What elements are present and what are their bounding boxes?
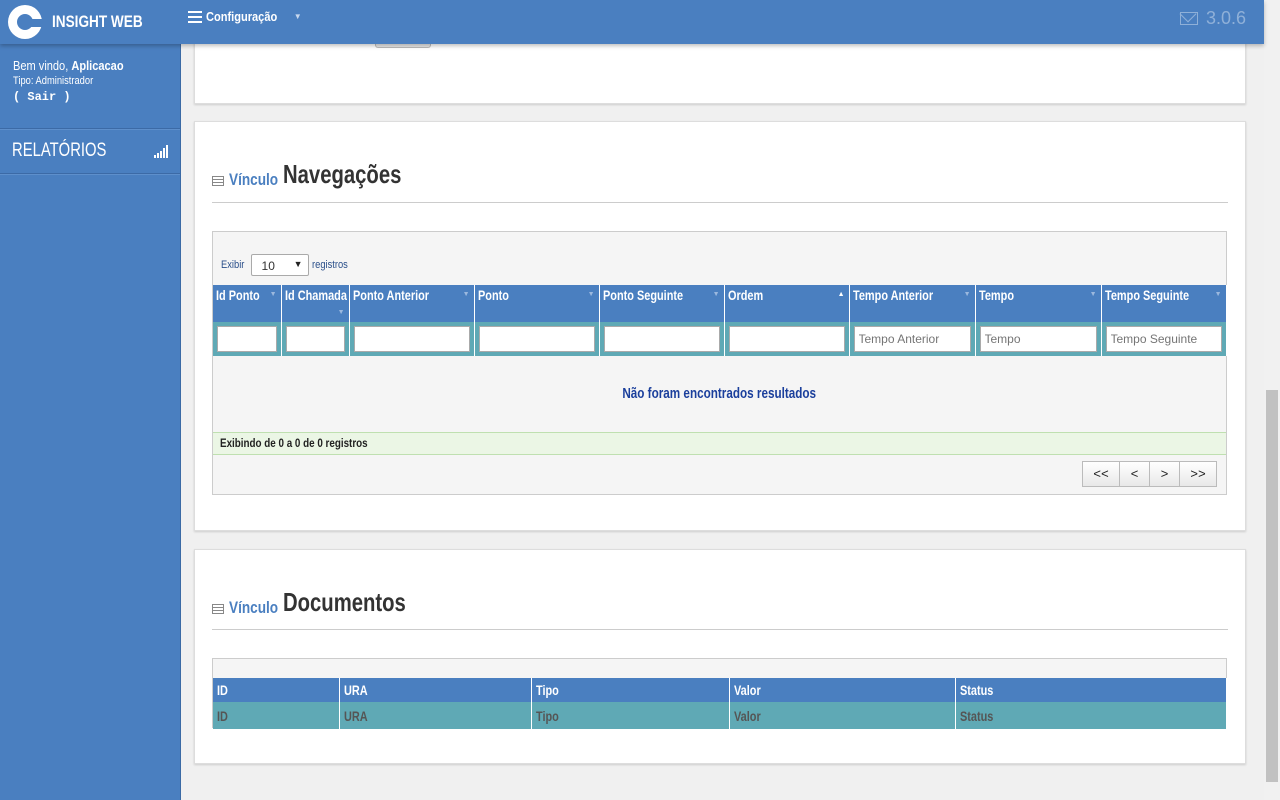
welcome-prefix: Bem vindo, <box>13 58 69 73</box>
col-header-tipo[interactable]: Tipo <box>531 678 730 702</box>
pager-first-button[interactable]: << <box>1082 461 1120 487</box>
empty-row: Não foram encontrados resultados <box>213 356 1226 431</box>
sort-icon: ▼ <box>1214 291 1222 298</box>
welcome-text: Bem vindo, Aplicacao <box>13 58 124 73</box>
navegacoes-datatable: Exibir 10 registros Id Ponto▼ Id Chamada… <box>212 231 1227 495</box>
filter-input-id-ponto[interactable] <box>217 326 277 352</box>
pager-next-button[interactable]: > <box>1149 461 1180 487</box>
divider <box>212 629 1228 630</box>
col-header-valor[interactable]: Valor <box>729 678 956 702</box>
title-sub: Vínculo <box>229 170 279 189</box>
filter-input-ordem[interactable] <box>728 326 845 352</box>
length-label-before: Exibir <box>221 259 245 271</box>
filter-row <box>213 322 1227 356</box>
page-scrollbar[interactable] <box>1264 0 1280 800</box>
user-type: Tipo: Administrador <box>13 75 94 87</box>
sidebar-item-label: RELATÓRIOS <box>12 140 107 161</box>
col-header-ponto-seguinte[interactable]: Ponto Seguinte ▼ <box>599 285 725 322</box>
cell-ura: URA <box>339 702 532 729</box>
logout-link[interactable]: ( Sair ) <box>13 90 71 104</box>
documentos-title: Vínculo Documentos <box>212 587 440 618</box>
col-header-id[interactable]: ID <box>213 678 340 702</box>
sort-icon: ▼ <box>1089 291 1097 298</box>
cell-id: ID <box>213 702 340 729</box>
title-sub: Vínculo <box>229 598 279 617</box>
sort-icon: ▼ <box>462 291 470 298</box>
filter-input-tempo-anterior[interactable] <box>853 326 971 352</box>
sort-icon: ▼ <box>337 309 345 316</box>
pager-last-button[interactable]: >> <box>1179 461 1217 487</box>
title-main: Navegações <box>283 159 402 189</box>
col-header-ponto[interactable]: Ponto ▼ <box>474 285 600 322</box>
filter-input-tempo-seguinte[interactable] <box>1105 326 1222 352</box>
empty-message: Não foram encontrados resultados <box>622 385 817 402</box>
sort-icon: ▼ <box>587 291 595 298</box>
col-header-id-chamada[interactable]: Id Chamada ▼ <box>281 285 350 322</box>
top-navbar: INSIGHT WEB Configuração ▼ 3.0.6 <box>0 0 1264 44</box>
length-control: Exibir 10 registros <box>221 254 354 276</box>
col-header-ura[interactable]: URA <box>339 678 532 702</box>
filter-input-ponto-seguinte[interactable] <box>603 326 720 352</box>
filter-input-ponto[interactable] <box>478 326 595 352</box>
documentos-panel: Vínculo Documentos ID URA Tipo Valor Sta… <box>194 549 1246 764</box>
documentos-table: ID URA Tipo Valor Status ID URA Tipo Val… <box>213 678 1227 729</box>
table-icon <box>212 604 224 614</box>
col-header-ponto-anterior[interactable]: Ponto Anterior ▼ <box>349 285 475 322</box>
page-length-select[interactable]: 10 <box>250 254 309 276</box>
sort-icon: ▼ <box>963 291 971 298</box>
mail-area[interactable]: 3.0.6 <box>1179 8 1246 29</box>
list-icon <box>188 10 202 23</box>
col-header-id-ponto[interactable]: Id Ponto ▼ <box>213 285 282 322</box>
user-name: Aplicacao <box>71 58 124 73</box>
divider <box>212 202 1228 203</box>
cell-valor: Valor <box>729 702 956 729</box>
col-header-ordem[interactable]: Ordem ▲ <box>724 285 850 322</box>
config-menu-label: Configuração <box>206 9 278 24</box>
documentos-datatable: ID URA Tipo Valor Status ID URA Tipo Val… <box>212 658 1227 729</box>
table-icon <box>212 176 224 186</box>
config-menu[interactable]: Configuração ▼ <box>188 9 302 24</box>
signal-bars-icon <box>154 144 170 158</box>
sort-asc-icon: ▲ <box>837 291 845 298</box>
header-row: ID URA Tipo Valor Status <box>213 678 1227 702</box>
col-header-status[interactable]: Status <box>955 678 1227 702</box>
pager-prev-button[interactable]: < <box>1119 461 1150 487</box>
sort-icon: ▼ <box>712 291 720 298</box>
version-label: 3.0.6 <box>1205 8 1246 28</box>
table-row: ID URA Tipo Valor Status <box>213 702 1227 729</box>
envelope-icon <box>1179 12 1198 25</box>
table-info: Exibindo de 0 a 0 de 0 registros <box>213 432 1226 455</box>
sidebar-item-relatorios[interactable]: RELATÓRIOS <box>0 130 180 174</box>
col-header-tempo-seguinte[interactable]: Tempo Seguinte ▼ <box>1101 285 1227 322</box>
pagination: << < > >> <box>1082 461 1217 487</box>
filter-input-tempo[interactable] <box>979 326 1097 352</box>
navegacoes-table: Id Ponto ▼ Id Chamada ▼ Ponto Anterior ▼ Po… <box>213 285 1227 431</box>
brand-name: INSIGHT WEB <box>52 12 143 31</box>
navegacoes-title: Vínculo Navegações <box>212 159 435 190</box>
col-header-tempo[interactable]: Tempo ▼ <box>975 285 1102 322</box>
user-box: Bem vindo, Aplicacao Tipo: Administrador… <box>0 44 180 129</box>
brand[interactable]: INSIGHT WEB <box>8 4 165 40</box>
chevron-down-icon: ▼ <box>293 12 302 21</box>
empty-message-cell: Não foram encontrados resultados <box>213 356 1226 431</box>
header-row: Id Ponto ▼ Id Chamada ▼ Ponto Anterior ▼ Po… <box>213 285 1227 322</box>
col-header-tempo-anterior[interactable]: Tempo Anterior ▼ <box>849 285 976 322</box>
filter-input-ponto-anterior[interactable] <box>353 326 470 352</box>
scroll-thumb[interactable] <box>1266 390 1278 782</box>
cell-status: Status <box>955 702 1227 729</box>
brand-logo-icon <box>8 5 44 39</box>
length-label-after: registros <box>311 259 348 271</box>
title-main: Documentos <box>283 587 406 617</box>
navegacoes-panel: Vínculo Navegações Exibir 10 registros I… <box>194 121 1246 531</box>
page-length-value: 10 <box>261 259 275 273</box>
table-info-text: Exibindo de 0 a 0 de 0 registros <box>220 436 368 450</box>
filter-input-id-chamada[interactable] <box>285 326 345 352</box>
sidebar: Bem vindo, Aplicacao Tipo: Administrador… <box>0 0 181 800</box>
cell-tipo: Tipo <box>531 702 730 729</box>
sort-icon: ▼ <box>269 291 277 298</box>
